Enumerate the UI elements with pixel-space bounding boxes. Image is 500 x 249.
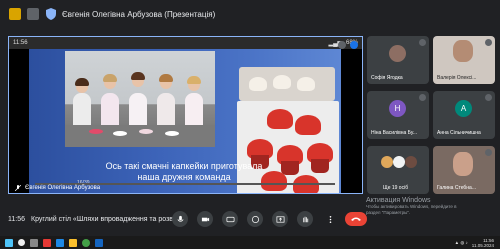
cupcake (249, 77, 267, 91)
mic-off-icon (485, 39, 492, 46)
shield-icon (46, 8, 56, 20)
person-hair (159, 74, 173, 82)
cupcake (273, 75, 291, 89)
video-feed (453, 152, 473, 176)
more-participants-label: Ще 19 осіб (383, 185, 409, 191)
emoji-icon (251, 215, 259, 223)
participant-name: Софія Ягодка (371, 75, 403, 81)
mic-off-icon (485, 94, 492, 101)
avatar (381, 156, 393, 168)
present-icon (276, 215, 284, 223)
cupcakes-top-photo (239, 67, 335, 101)
windows-start-icon[interactable] (5, 238, 13, 247)
chrome-icon[interactable] (82, 238, 90, 247)
avatar: Н (389, 100, 406, 117)
captions-icon (226, 216, 234, 222)
present-button[interactable] (272, 211, 288, 227)
plate (89, 129, 103, 134)
camera-icon (201, 217, 209, 221)
avatar-initial: А (460, 104, 467, 113)
person-hair (75, 78, 89, 86)
pin-icon[interactable] (338, 41, 346, 49)
mic-off-icon (419, 94, 426, 101)
mic-button[interactable] (172, 211, 188, 227)
more-vert-icon (329, 215, 331, 223)
presentation-view[interactable]: 11:56 ▂▄▆ 68% (8, 36, 363, 194)
participant-tile[interactable]: Галина Стебна... (433, 146, 495, 194)
raise-hand-button[interactable] (297, 211, 313, 227)
avatar (389, 45, 406, 62)
cupcake (297, 77, 315, 91)
plate (139, 129, 153, 134)
avatar (405, 156, 417, 168)
tray-icons[interactable]: ▲ ◍ ♪ (455, 240, 468, 246)
video-feed (453, 40, 473, 62)
participant-name: Анна Сільничишна (437, 130, 481, 136)
end-call-button[interactable] (345, 212, 367, 226)
girls-photo (65, 51, 215, 147)
plate (165, 131, 179, 136)
meet-logo-icon (9, 8, 21, 20)
folder-icon[interactable] (69, 238, 77, 247)
camera-button[interactable] (197, 211, 213, 227)
status-time: 11:56 (13, 40, 28, 46)
presenter-name: Євгенія Олегівна Арбузова (25, 185, 101, 191)
avatar-initial: Н (394, 104, 401, 113)
taskbar-clock[interactable]: 11:56 11.05.2024 (472, 238, 494, 248)
word-icon[interactable] (95, 238, 103, 247)
caption-line-2: наша дружня команда (137, 172, 231, 182)
activation-title: Активация Windows (366, 197, 431, 204)
windows-taskbar: ▲ ◍ ♪ 11:56 11.05.2024 (0, 236, 500, 249)
meeting-time: 11:56 (8, 215, 25, 223)
cupcake (295, 115, 321, 135)
caption-line-1: Ось такі смачні капкейки приготувала (105, 161, 263, 171)
title-bar: Євгенія Олегівна Арбузова (Презентація) (0, 0, 500, 28)
presentation-controls (338, 41, 358, 49)
slide-caption: Ось такі смачні капкейки приготувала наш… (69, 161, 299, 183)
mic-icon (177, 215, 183, 222)
clock-date: 11.05.2024 (471, 242, 494, 248)
meeting-title: Круглий стіл «Шляхи впровадження та розв… (31, 215, 179, 223)
task-view-icon[interactable] (30, 238, 38, 247)
activation-line-3: раздел "Параметры". (366, 210, 411, 215)
participant-tile[interactable]: Валерія Олексі... (433, 36, 495, 84)
plate (113, 131, 127, 136)
app-icon[interactable] (56, 238, 64, 247)
presenter-label: Євгенія Олегівна Арбузова (15, 185, 100, 191)
mic-off-icon (419, 39, 426, 46)
person-hair (103, 74, 117, 82)
table (65, 125, 215, 147)
participant-name: Валерія Олексі... (437, 75, 477, 81)
slide: Ось такі смачні капкейки приготувала наш… (29, 49, 341, 193)
avatar (393, 156, 405, 168)
cupcake-wrapper (311, 159, 329, 173)
hang-up-icon (351, 217, 361, 221)
search-icon[interactable] (18, 239, 25, 246)
person-hair (131, 72, 145, 80)
mic-off-icon (485, 149, 492, 156)
mic-off-icon (15, 185, 21, 191)
more-participants-tile[interactable]: Ще 19 осіб (367, 146, 429, 194)
avatar: А (455, 100, 472, 117)
participant-name: Галина Стебна... (437, 185, 476, 191)
person-hair (187, 76, 201, 84)
system-tray: ▲ ◍ ♪ 11:56 11.05.2024 (455, 238, 500, 248)
participant-name: Ніна Василівна Бу... (371, 130, 418, 136)
emoji-button[interactable] (247, 211, 263, 227)
more-icon[interactable] (350, 41, 358, 49)
cupcake (267, 109, 293, 129)
hand-icon (302, 216, 308, 222)
participant-tile[interactable]: А Анна Сільничишна (433, 91, 495, 139)
more-options-button[interactable] (322, 211, 338, 227)
app-icon[interactable] (43, 238, 51, 247)
captions-button[interactable] (222, 211, 238, 227)
phone-status-bar: 11:56 ▂▄▆ 68% (9, 37, 362, 49)
windows-activation-watermark: Активация Windows Чтобы активировать Win… (366, 197, 457, 216)
window-icon[interactable] (27, 8, 39, 20)
participant-tile[interactable]: Н Ніна Василівна Бу... (367, 91, 429, 139)
window-title: Євгенія Олегівна Арбузова (Презентація) (62, 9, 216, 19)
participant-tile[interactable]: Софія Ягодка (367, 36, 429, 84)
